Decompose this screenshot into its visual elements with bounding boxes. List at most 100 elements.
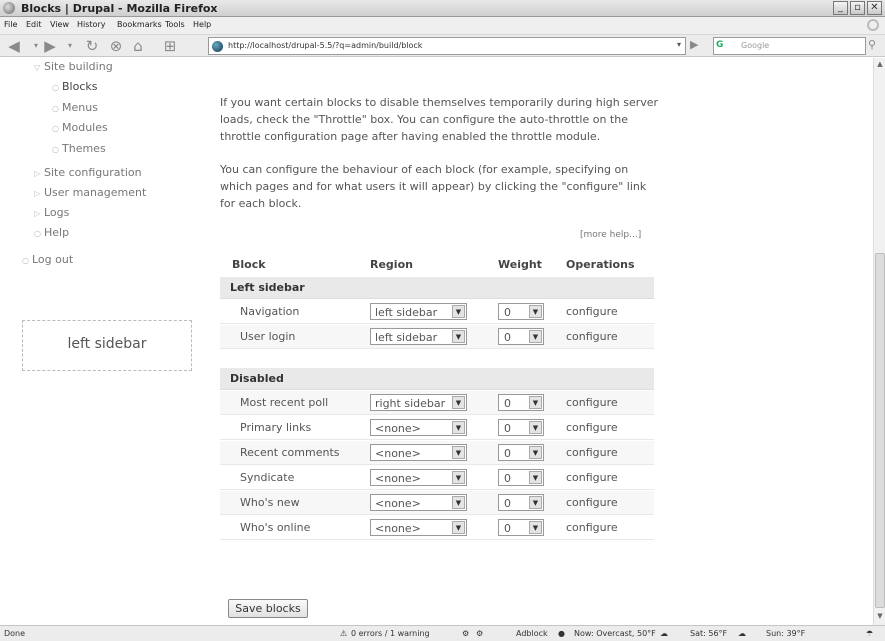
gear-icon[interactable]: ⚙ [462, 629, 469, 638]
table-row: User login left sidebar ▼ 0 ▼ configure [220, 325, 654, 349]
weight-select[interactable]: 0 ▼ [498, 444, 544, 461]
go-icon[interactable]: ▶ [690, 38, 698, 51]
header-block: Block [232, 258, 266, 271]
region-select[interactable]: right sidebar ▼ [370, 394, 467, 411]
menu-tools[interactable]: Tools [165, 20, 185, 29]
block-name: Syndicate [240, 471, 295, 484]
back-icon[interactable]: ◀ [4, 37, 24, 55]
maximize-button[interactable]: ▫ [850, 1, 865, 15]
collapsed-bullet-icon: ▷ [34, 169, 41, 178]
scroll-up-icon[interactable]: ▲ [875, 59, 885, 70]
chevron-down-icon: ▼ [529, 521, 542, 534]
left-sidebar-region: left sidebar [22, 320, 192, 371]
weight-select[interactable]: 0 ▼ [498, 519, 544, 536]
search-engine-icon[interactable]: G [716, 40, 738, 53]
nav-help[interactable]: ○ Help [34, 226, 69, 239]
region-select[interactable]: left sidebar ▼ [370, 303, 467, 320]
forward-icon[interactable]: ▶ [40, 37, 60, 55]
bullet-icon: ○ [52, 104, 59, 113]
configure-link[interactable]: configure [566, 305, 618, 318]
stop-icon[interactable]: ⊗ [106, 37, 126, 55]
new-tab-icon[interactable]: ⊞ [160, 37, 180, 55]
menu-edit[interactable]: Edit [26, 20, 42, 29]
menu-file[interactable]: File [4, 20, 17, 29]
settings-icon[interactable]: ⚙ [476, 629, 483, 638]
weather-sunday[interactable]: Sun: 39°F [766, 629, 805, 638]
weather-now[interactable]: Now: Overcast, 50°F [574, 629, 656, 638]
block-name: Who's new [240, 496, 300, 509]
menu-help[interactable]: Help [193, 20, 211, 29]
table-row: Syndicate <none> ▼ 0 ▼ configure [220, 466, 654, 490]
nav-blocks[interactable]: ○ Blocks [52, 80, 97, 93]
weather-icon: ☂ [866, 629, 874, 638]
table-row: Who's online <none> ▼ 0 ▼ configure [220, 516, 654, 540]
configure-link[interactable]: configure [566, 446, 618, 459]
nav-user-management[interactable]: ▷ User management [34, 186, 146, 199]
weather-icon: ● [558, 629, 565, 638]
home-icon[interactable]: ⌂ [128, 37, 148, 55]
url-bar[interactable]: http://localhost/drupal-5.5/?q=admin/bui… [208, 37, 686, 55]
navigation-toolbar: ◀ ▾ ▶ ▾ ↻ ⊗ ⌂ ⊞ http://localhost/drupal-… [0, 35, 885, 57]
chevron-down-icon: ▼ [452, 421, 465, 434]
block-name: Navigation [240, 305, 300, 318]
weight-select[interactable]: 0 ▼ [498, 328, 544, 345]
region-select[interactable]: <none> ▼ [370, 419, 467, 436]
table-row: Most recent poll right sidebar ▼ 0 ▼ confi… [220, 391, 654, 415]
adblock-label[interactable]: Adblock [516, 629, 548, 638]
nav-site-building[interactable]: ▽ Site building [34, 60, 113, 73]
region-select[interactable]: <none> ▼ [370, 469, 467, 486]
error-count[interactable]: 0 errors / 1 warning [351, 629, 430, 638]
url-dropdown-icon[interactable]: ▾ [677, 40, 681, 49]
configure-link[interactable]: configure [566, 396, 618, 409]
scroll-down-icon[interactable]: ▼ [875, 611, 885, 622]
menu-view[interactable]: View [50, 20, 69, 29]
search-icon[interactable]: ⚲ [868, 38, 876, 51]
header-operations: Operations [566, 258, 635, 271]
nav-site-configuration[interactable]: ▷ Site configuration [34, 166, 142, 179]
page-content: ▽ Site building ○ Blocks ○ Menus ○ Modules ○… [0, 58, 873, 625]
block-name: Most recent poll [240, 396, 329, 409]
weight-select[interactable]: 0 ▼ [498, 394, 544, 411]
reload-icon[interactable]: ↻ [82, 37, 102, 55]
configure-link[interactable]: configure [566, 421, 618, 434]
configure-link[interactable]: configure [566, 521, 618, 534]
region-select[interactable]: left sidebar ▼ [370, 328, 467, 345]
save-blocks-button[interactable]: Save blocks [228, 599, 308, 618]
forward-dropdown-icon[interactable]: ▾ [60, 37, 80, 55]
region-label: left sidebar [67, 336, 147, 352]
chevron-down-icon: ▼ [452, 396, 465, 409]
chevron-down-icon: ▼ [452, 305, 465, 318]
nav-themes[interactable]: ○ Themes [52, 142, 106, 155]
weather-saturday[interactable]: Sat: 56°F [690, 629, 727, 638]
bullet-icon: ○ [22, 256, 29, 265]
window-controls: _ ▫ ✕ [833, 1, 882, 15]
nav-log-out[interactable]: ○ Log out [22, 253, 73, 266]
vertical-scrollbar[interactable]: ▲ ▼ [873, 58, 885, 625]
nav-logs[interactable]: ▷ Logs [34, 206, 69, 219]
close-button[interactable]: ✕ [867, 1, 882, 15]
region-select[interactable]: <none> ▼ [370, 494, 467, 511]
section-left-sidebar: Left sidebar [220, 277, 654, 299]
table-row: Recent comments <none> ▼ 0 ▼ configure [220, 441, 654, 465]
block-name: Who's online [240, 521, 311, 534]
weight-select[interactable]: 0 ▼ [498, 303, 544, 320]
table-row: Primary links <none> ▼ 0 ▼ configure [220, 416, 654, 440]
configure-link[interactable]: configure [566, 471, 618, 484]
configure-link[interactable]: configure [566, 496, 618, 509]
nav-menus[interactable]: ○ Menus [52, 101, 98, 114]
weight-select[interactable]: 0 ▼ [498, 419, 544, 436]
nav-modules[interactable]: ○ Modules [52, 121, 108, 134]
block-name: User login [240, 330, 296, 343]
weight-select[interactable]: 0 ▼ [498, 494, 544, 511]
chevron-down-icon: ▼ [529, 330, 542, 343]
menu-bookmarks[interactable]: Bookmarks [117, 20, 162, 29]
region-select[interactable]: <none> ▼ [370, 519, 467, 536]
search-bar[interactable]: G Google [713, 37, 866, 55]
configure-link[interactable]: configure [566, 330, 618, 343]
more-help-link[interactable]: [more help...] [580, 230, 641, 240]
region-select[interactable]: <none> ▼ [370, 444, 467, 461]
scrollbar-thumb[interactable] [875, 253, 885, 608]
menu-history[interactable]: History [77, 20, 105, 29]
weight-select[interactable]: 0 ▼ [498, 469, 544, 486]
minimize-button[interactable]: _ [833, 1, 848, 15]
